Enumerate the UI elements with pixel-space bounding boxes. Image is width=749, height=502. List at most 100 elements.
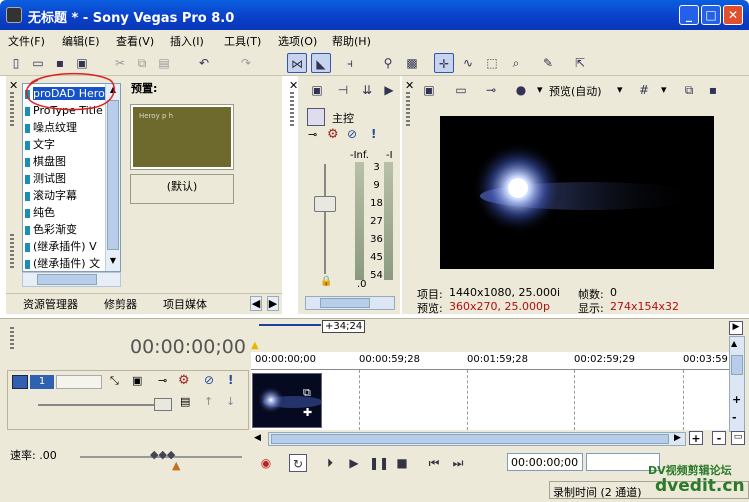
preview-close-icon[interactable]: ✕ — [405, 79, 414, 92]
insert-bus-icon[interactable]: ⊣ — [333, 80, 353, 100]
zoom-in-icon[interactable]: + — [689, 431, 703, 445]
timeline-vertical-scrollbar[interactable]: ▲ + - — [729, 336, 745, 432]
master-bus-icon[interactable] — [307, 108, 325, 126]
menu-edit[interactable]: 编辑(E) — [62, 33, 100, 49]
undo-icon[interactable]: ↶ — [194, 53, 214, 73]
tree-item-legacy-plugin-v[interactable]: (继承插件) V — [25, 239, 97, 255]
track-vscroll-thumb[interactable] — [731, 355, 743, 375]
composite-child-icon[interactable]: ▤ — [180, 395, 190, 408]
parent-up-icon[interactable]: ↑ — [204, 395, 213, 408]
track-solo-icon[interactable]: ! — [228, 373, 233, 387]
track-fx-icon[interactable]: ⊸ — [158, 374, 167, 387]
track-gear-icon[interactable]: ⚙ — [178, 373, 190, 388]
tab-scroll-right-icon[interactable]: ▶ — [267, 296, 279, 311]
track-name-field[interactable] — [56, 375, 102, 389]
panel-grip[interactable] — [10, 92, 14, 128]
panel-close-icon[interactable]: ✕ — [9, 79, 18, 92]
tree-vertical-scrollbar[interactable]: ▲ ▼ — [105, 84, 120, 271]
preview-quality-chevron-icon[interactable]: ▾ — [617, 83, 623, 96]
tree-item-test-pattern[interactable]: 测试图 — [25, 171, 66, 187]
close-button[interactable]: ✕ — [723, 5, 743, 25]
go-to-end-icon[interactable]: ⏭ — [449, 454, 467, 472]
tree-horizontal-scrollbar[interactable] — [22, 272, 121, 287]
auto-crossfade-icon[interactable]: ⫞ — [340, 53, 360, 73]
preview-quality-dropdown[interactable]: 预览(自动) — [549, 83, 602, 99]
master-fader-handle[interactable] — [314, 196, 336, 212]
go-to-start-icon[interactable]: ⏮ — [425, 454, 443, 472]
track-scroll-up-icon[interactable]: ▲ — [731, 339, 737, 348]
scroll-down-icon[interactable]: ▼ — [107, 256, 119, 268]
overlays-icon[interactable]: # — [634, 80, 654, 100]
auto-ripple-icon[interactable]: ◣ — [311, 53, 331, 73]
track-zoom-out-icon[interactable]: - — [732, 411, 737, 424]
brush-icon[interactable]: ✎ — [538, 53, 558, 73]
tree-item-color-gradient[interactable]: 色彩渐变 — [25, 222, 77, 238]
track-level-handle[interactable] — [154, 398, 172, 411]
preview-quality-icon[interactable]: ▾ — [537, 83, 543, 96]
selection-tool-icon[interactable]: ⬚ — [482, 53, 502, 73]
timeline-scroll-left-icon[interactable]: ◀ — [254, 433, 261, 443]
copy-icon[interactable]: ⧉ — [132, 53, 152, 73]
pause-icon[interactable]: ❚❚ — [369, 454, 389, 472]
menu-insert[interactable]: 插入(I) — [170, 33, 204, 49]
downmix-icon[interactable]: ⇊ — [357, 80, 377, 100]
marker-toolbar-icon[interactable]: ▶ — [729, 321, 743, 335]
panel-grip-lower[interactable] — [10, 234, 14, 270]
tab-scroll-left-icon[interactable]: ◀ — [250, 296, 262, 311]
tree-item-credit-roll[interactable]: 滚动字幕 — [25, 188, 77, 204]
mixer-properties-icon[interactable]: ▣ — [307, 80, 327, 100]
track-motion-icon[interactable]: ⤡ — [110, 374, 119, 388]
loop-region-bar[interactable] — [259, 324, 321, 326]
external-monitor-icon[interactable]: ▭ — [451, 80, 471, 100]
menu-view[interactable]: 查看(V) — [116, 33, 154, 49]
copy-snapshot-icon[interactable]: ⧉ — [679, 80, 699, 100]
lock-envelopes-icon[interactable]: ⚲ — [378, 53, 398, 73]
event-pan-crop-icon[interactable]: ⧉ — [303, 386, 311, 400]
timeline-horizontal-scrollbar[interactable] — [268, 432, 686, 446]
tab-trimmer[interactable]: 修剪器 — [104, 296, 137, 312]
split-screen-icon[interactable]: ● — [511, 80, 531, 100]
tree-item-legacy-plugin-text[interactable]: (继承插件) 文 — [25, 256, 100, 272]
play-from-start-icon[interactable]: ⏵ — [321, 454, 339, 472]
zoom-tool-small-icon[interactable]: ▭ — [731, 431, 745, 445]
mixer-horizontal-scrollbar[interactable] — [305, 296, 395, 310]
mixer-close-icon[interactable]: ✕ — [289, 79, 298, 92]
tab-explorer[interactable]: 资源管理器 — [23, 296, 78, 312]
timeline-ruler[interactable]: 00:00:00;00 00:00:59;28 00:01:59;28 00:0… — [251, 352, 729, 370]
bus-effects-icon[interactable]: ⊸ — [308, 128, 317, 141]
gear-icon[interactable]: ⚙ — [327, 127, 339, 142]
timeline-grip[interactable] — [10, 327, 14, 351]
track-expand-icon[interactable] — [12, 375, 28, 389]
zoom-out-icon[interactable]: - — [712, 431, 726, 445]
preview-properties-icon[interactable]: ▣ — [419, 80, 439, 100]
stop-icon[interactable]: ■ — [393, 454, 411, 472]
overlays-chevron-icon[interactable]: ▾ — [661, 83, 667, 96]
tree-item-noise-texture[interactable]: 噪点纹理 — [25, 120, 77, 136]
envelope-tool-icon[interactable]: ∿ — [458, 53, 478, 73]
track-mute-icon[interactable]: ⊘ — [204, 373, 214, 387]
save-snapshot-icon[interactable]: ▪ — [703, 80, 723, 100]
tree-item-text[interactable]: 文字 — [25, 137, 55, 153]
menu-file[interactable]: 文件(F) — [8, 33, 45, 49]
mute-icon[interactable]: ⊘ — [347, 127, 357, 141]
tab-project-media[interactable]: 项目媒体 — [163, 296, 207, 312]
track-zoom-in-icon[interactable]: + — [732, 393, 741, 406]
fader-lock-icon[interactable]: 🔒 — [320, 276, 332, 287]
help-pointer-icon[interactable]: ⇱ — [570, 53, 590, 73]
loop-playback-icon[interactable]: ↻ — [289, 454, 307, 472]
video-clip-event[interactable]: ⧉ ✚ — [252, 373, 323, 428]
video-preview-screen[interactable] — [440, 116, 714, 269]
zoom-tool-icon[interactable]: ⌕ — [506, 53, 526, 73]
mixer-hscroll-thumb[interactable] — [320, 298, 370, 308]
normal-edit-tool-icon[interactable]: ✛ — [434, 53, 454, 73]
tree-hscroll-thumb[interactable] — [37, 274, 97, 285]
minimize-button[interactable]: _ — [679, 5, 699, 25]
maximize-button[interactable]: □ — [701, 5, 721, 25]
event-fx-icon[interactable]: ✚ — [303, 406, 312, 419]
record-icon[interactable]: ◉ — [257, 454, 275, 472]
preview-grip[interactable] — [406, 92, 410, 128]
video-fx-icon[interactable]: ⊸ — [481, 80, 501, 100]
tree-item-solid-color[interactable]: 纯色 — [25, 205, 55, 221]
transport-timecode[interactable]: 00:00:00;00 — [507, 453, 583, 471]
menu-options[interactable]: 选项(O) — [278, 33, 317, 49]
